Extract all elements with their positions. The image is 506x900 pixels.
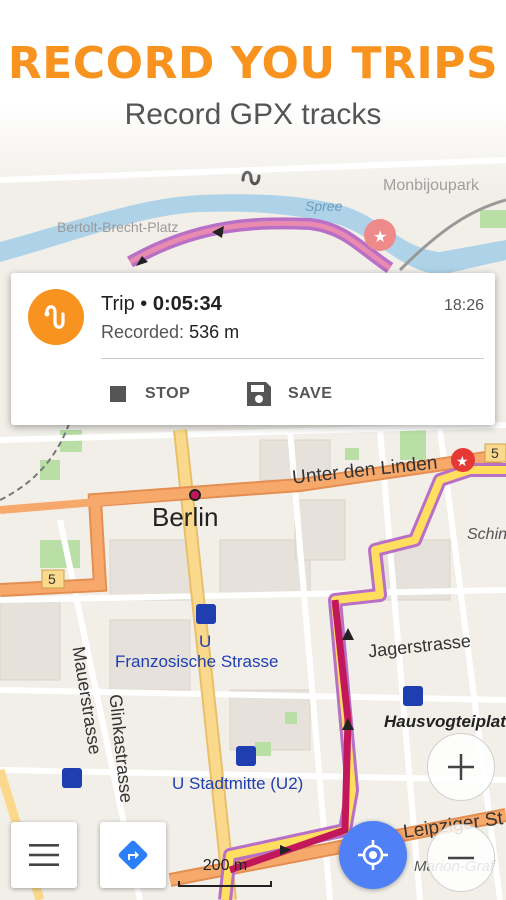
headline: RECORD YOU TRIPS (7, 38, 499, 89)
promo-header: RECORD YOU TRIPS Record GPX tracks (0, 0, 506, 190)
recorded-distance: 536 m (189, 322, 240, 342)
scale-ruler (178, 881, 272, 887)
directions-icon (118, 840, 148, 870)
save-button[interactable]: SAVE (245, 377, 332, 411)
save-label: SAVE (288, 385, 333, 402)
trip-clock: 18:26 (443, 297, 484, 314)
directions-button[interactable] (100, 822, 166, 888)
map-label-franzosische: Franzosische Strasse (115, 652, 279, 671)
zoom-in-button[interactable] (427, 733, 495, 801)
map-label-spree: Spree (305, 198, 343, 214)
my-location-icon (358, 840, 388, 870)
card-divider (101, 358, 484, 359)
save-icon (247, 382, 271, 406)
recorded-label: Recorded: (101, 322, 190, 342)
map-label-route-5-east: 5 (491, 445, 499, 461)
map-label-stadtmitte: U Stadtmitte (U2) (172, 774, 304, 793)
menu-button[interactable] (11, 822, 77, 888)
scale-label: 200 m (202, 857, 248, 874)
track-recording-icon (28, 289, 84, 345)
trip-title-prefix: Trip • (101, 293, 153, 315)
stop-icon (110, 386, 126, 402)
map-label-route-5-west: 5 (48, 571, 56, 587)
map-label-u-franzosische: U (199, 632, 212, 651)
subheadline: Record GPX tracks (124, 98, 382, 131)
map-label-bertolt: Bertolt-Brecht-Platz (57, 219, 179, 235)
hamburger-menu-icon (29, 844, 59, 866)
my-location-button[interactable] (339, 821, 407, 889)
map-scale-bar: 200 m (178, 857, 272, 887)
svg-text:★: ★ (456, 454, 469, 470)
zoom-out-button[interactable] (427, 824, 495, 892)
stop-label: STOP (145, 385, 191, 402)
trip-recording-card: Trip • 0:05:34 18:26 Recorded: 536 m STO… (11, 273, 495, 425)
trip-recorded: Recorded: 536 m (101, 322, 239, 343)
map-label-berlin: Berlin (152, 502, 219, 532)
plus-icon (448, 754, 474, 780)
minus-icon (448, 856, 474, 860)
svg-text:★: ★ (373, 227, 387, 246)
stop-button[interactable]: STOP (109, 377, 190, 411)
map-label-schinkel: Schink (467, 526, 506, 543)
trip-title: Trip • 0:05:34 (101, 293, 222, 316)
trip-duration: 0:05:34 (152, 293, 222, 315)
map-label-hausvogteiplatz: Hausvogteiplatz (384, 712, 506, 731)
